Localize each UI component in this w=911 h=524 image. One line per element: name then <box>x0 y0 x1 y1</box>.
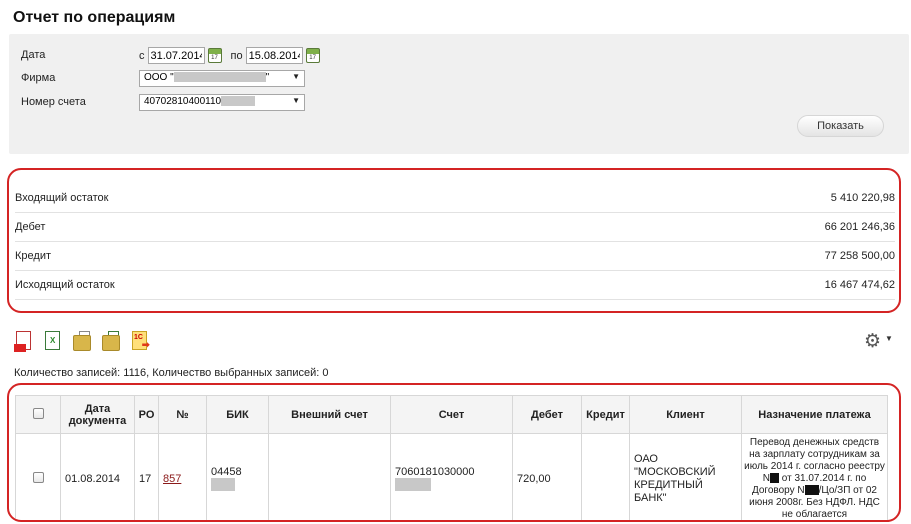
select-all-header <box>15 395 61 434</box>
cell-account: 7060181030000 <box>390 433 513 520</box>
calendar-to-icon[interactable]: 17 <box>305 48 320 63</box>
cell-purpose: Перевод денежных средств на зарплату сот… <box>741 433 888 520</box>
summary-label: Кредит <box>15 250 52 262</box>
cell-bik: 04458 <box>206 433 269 520</box>
summary-row-debit: Дебет 66 201 246,36 <box>15 213 895 242</box>
firm-value-suffix: " <box>265 72 270 83</box>
records-count: Количество записей: 1116, Количество выб… <box>14 367 329 379</box>
redacted-block <box>804 484 819 495</box>
cell-credit <box>581 433 630 520</box>
summary-label: Исходящий остаток <box>15 279 115 291</box>
summary-value: 77 258 500,00 <box>824 250 895 262</box>
bik-value: 04458 <box>211 466 242 478</box>
firm-value-prefix: ООО " <box>144 72 174 83</box>
redacted-block <box>769 472 779 483</box>
header-bik[interactable]: БИК <box>206 395 269 434</box>
summary-row-outgoing: Исходящий остаток 16 467 474,62 <box>15 271 895 300</box>
export-1c-icon[interactable]: 1С ➡ <box>130 331 150 353</box>
header-purpose[interactable]: Назначение платежа <box>741 395 888 434</box>
cell-client: ОАО "МОСКОВСКИЙ КРЕДИТНЫЙ БАНК" <box>629 433 742 520</box>
select-all-checkbox[interactable] <box>32 407 44 419</box>
show-button[interactable]: Показать <box>797 115 884 137</box>
date-from-prefix: с <box>139 49 145 62</box>
excel-export-icon[interactable]: X <box>43 331 63 353</box>
date-to-prefix: по <box>230 49 243 62</box>
header-credit[interactable]: Кредит <box>581 395 630 434</box>
date-to-input[interactable] <box>245 47 303 64</box>
cell-ext-account <box>268 433 391 520</box>
summary-value: 16 467 474,62 <box>824 279 895 291</box>
folder-xls-icon[interactable] <box>101 331 121 353</box>
date-from-input[interactable] <box>147 47 205 64</box>
account-value: 40702810400110 <box>144 96 222 107</box>
summary-label: Входящий остаток <box>15 192 109 204</box>
cell-debit: 720,00 <box>512 433 582 520</box>
calendar-from-icon[interactable]: 17 <box>207 48 222 63</box>
date-range: с 17 по 17 <box>139 47 320 64</box>
table-row[interactable]: 01.08.2014 17 857 04458 7060181030000 72… <box>15 433 888 520</box>
summary-label: Дебет <box>15 221 46 233</box>
date-label: Дата <box>21 49 46 61</box>
account-number: 7060181030000 <box>395 466 475 478</box>
summary-value: 5 410 220,98 <box>830 192 895 204</box>
row-checkbox[interactable] <box>32 471 44 483</box>
chevron-down-icon: ▼ <box>292 96 300 105</box>
firm-label: Фирма <box>21 72 56 84</box>
header-ext-account[interactable]: Внешний счет <box>268 395 391 434</box>
header-num[interactable]: № <box>158 395 207 434</box>
summary-row-incoming: Входящий остаток 5 410 220,98 <box>15 184 895 213</box>
gear-icon[interactable]: ⚙ <box>864 330 881 353</box>
summary-value: 66 201 246,36 <box>824 221 895 233</box>
table-header-row: Дата документа РО № БИК Внешний счет Сче… <box>15 395 888 434</box>
chevron-down-icon[interactable]: ▼ <box>885 334 893 343</box>
operations-table: Дата документа РО № БИК Внешний счет Сче… <box>15 395 888 520</box>
pdf-export-icon[interactable] <box>14 331 34 353</box>
document-number-link[interactable]: 857 <box>163 473 181 485</box>
header-date[interactable]: Дата документа <box>60 395 135 434</box>
summary-panel: Входящий остаток 5 410 220,98 Дебет 66 2… <box>7 168 901 313</box>
account-label: Номер счета <box>21 96 86 108</box>
operations-table-panel: Дата документа РО № БИК Внешний счет Сче… <box>7 383 901 522</box>
header-client[interactable]: Клиент <box>629 395 742 434</box>
cell-num: 857 <box>158 433 207 520</box>
redacted-block <box>221 96 256 107</box>
header-debit[interactable]: Дебет <box>512 395 582 434</box>
folder-pdf-icon[interactable] <box>72 331 92 353</box>
redacted-block <box>395 478 431 491</box>
account-select[interactable]: 40702810400110 ▼ <box>139 94 305 111</box>
redacted-block <box>211 478 235 491</box>
header-account[interactable]: Счет <box>390 395 513 434</box>
cell-date: 01.08.2014 <box>60 433 135 520</box>
redacted-block <box>173 72 266 83</box>
firm-select[interactable]: ООО " " ▼ <box>139 70 305 87</box>
cell-ro: 17 <box>134 433 159 520</box>
header-ro[interactable]: РО <box>134 395 159 434</box>
chevron-down-icon: ▼ <box>292 72 300 81</box>
row-select-cell <box>15 433 61 520</box>
export-toolbar: X 1С ➡ <box>14 331 150 353</box>
filter-panel: Дата с 17 по 17 Фирма ООО " " ▼ Номер сче… <box>9 34 909 154</box>
summary-row-credit: Кредит 77 258 500,00 <box>15 242 895 271</box>
page-title: Отчет по операциям <box>13 9 176 26</box>
